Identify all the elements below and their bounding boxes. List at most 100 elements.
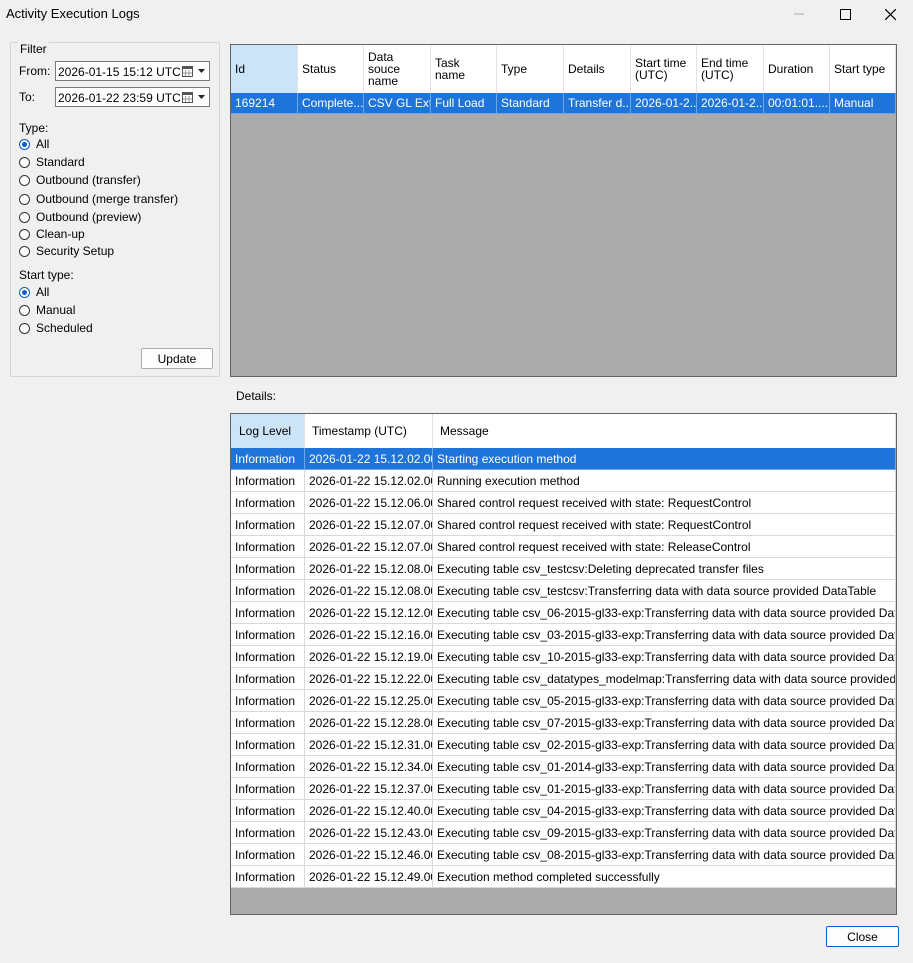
- title-bar: Activity Execution Logs: [0, 0, 913, 28]
- details-cell: 2026-01-22 15.12.08.000: [305, 580, 433, 602]
- minimize-button[interactable]: [776, 0, 822, 28]
- details-cell: 2026-01-22 15.12.31.000: [305, 734, 433, 756]
- details-col-header[interactable]: Log Level: [231, 414, 305, 448]
- radio-circle: [19, 156, 30, 168]
- type-radio-security-setup[interactable]: Security Setup: [19, 243, 114, 259]
- details-cell: 2026-01-22 15.12.49.000: [305, 866, 433, 888]
- details-cell: 2026-01-22 15.12.34.000: [305, 756, 433, 778]
- type-radio-all[interactable]: All: [19, 136, 49, 152]
- details-grid[interactable]: Log Level Timestamp (UTC) Message Informat…: [230, 413, 897, 915]
- executions-cell: 2026-01-2...: [697, 93, 764, 114]
- details-cell: 2026-01-22 15.12.19.000: [305, 646, 433, 668]
- details-cell: Information: [231, 800, 305, 822]
- radio-circle: [19, 193, 30, 205]
- executions-grid[interactable]: Id Status Data souce name Task name Type Deta…: [230, 44, 897, 377]
- start-type-radio-scheduled[interactable]: Scheduled: [19, 320, 93, 336]
- details-row[interactable]: Information 2026-01-22 15.12.02.000 Runnin…: [231, 470, 896, 492]
- radio-circle: [19, 138, 30, 150]
- details-cell: 2026-01-22 15.12.07.000: [305, 536, 433, 558]
- details-row[interactable]: Information 2026-01-22 15.12.06.000 Shared…: [231, 492, 896, 514]
- executions-cell: 169214: [231, 93, 298, 114]
- from-date-picker[interactable]: 2026-01-15 15:12 UTC: [55, 61, 210, 81]
- executions-cell: Standard: [497, 93, 564, 114]
- details-row[interactable]: Information 2026-01-22 15.12.43.000 Execut…: [231, 822, 896, 844]
- radio-circle: [19, 286, 30, 298]
- details-row[interactable]: Information 2026-01-22 15.12.34.000 Execut…: [231, 756, 896, 778]
- details-row[interactable]: Information 2026-01-22 15.12.31.000 Execut…: [231, 734, 896, 756]
- details-row[interactable]: Information 2026-01-22 15.12.16.000 Execut…: [231, 624, 896, 646]
- start-type-radio-manual[interactable]: Manual: [19, 302, 75, 318]
- details-row[interactable]: Information 2026-01-22 15.12.19.000 Execut…: [231, 646, 896, 668]
- details-cell: Shared control request received with sta…: [433, 492, 896, 514]
- radio-label: Outbound (merge transfer): [36, 192, 179, 206]
- details-row[interactable]: Information 2026-01-22 15.12.08.000 Execut…: [231, 558, 896, 580]
- details-cell: Information: [231, 448, 305, 470]
- details-cell: Running execution method: [433, 470, 896, 492]
- details-cell: Executing table csv_01-2014-gl33-exp:Tra…: [433, 756, 896, 778]
- executions-col-header[interactable]: Details: [564, 45, 631, 93]
- details-cell: 2026-01-22 15.12.46.000: [305, 844, 433, 866]
- details-row[interactable]: Information 2026-01-22 15.12.22.000 Execut…: [231, 668, 896, 690]
- radio-circle: [19, 228, 30, 240]
- details-cell: Information: [231, 822, 305, 844]
- close-icon: [884, 8, 896, 20]
- details-row[interactable]: Information 2026-01-22 15.12.08.000 Execut…: [231, 580, 896, 602]
- details-row[interactable]: Information 2026-01-22 15.12.07.000 Shared…: [231, 514, 896, 536]
- to-date-value: 2026-01-22 23:59 UTC: [58, 91, 181, 105]
- radio-circle: [19, 304, 30, 316]
- executions-row[interactable]: 169214 Complete... CSV GL Ext Full Load Stan…: [231, 93, 896, 114]
- executions-col-header[interactable]: Task name: [431, 45, 497, 93]
- type-radio-outbound-transfer[interactable]: Outbound (transfer): [19, 172, 141, 188]
- update-button[interactable]: Update: [141, 348, 213, 369]
- details-cell: Information: [231, 624, 305, 646]
- details-col-header[interactable]: Timestamp (UTC): [305, 414, 433, 448]
- type-label: Type:: [19, 121, 49, 135]
- executions-col-header[interactable]: Id: [231, 45, 298, 93]
- type-radio-outbound-merge-transfer[interactable]: Outbound (merge transfer): [19, 191, 178, 207]
- radio-label: All: [36, 137, 50, 151]
- type-radio-standard[interactable]: Standard: [19, 154, 85, 170]
- details-row[interactable]: Information 2026-01-22 15.12.40.000 Execut…: [231, 800, 896, 822]
- type-radio-clean-up[interactable]: Clean-up: [19, 226, 85, 242]
- details-cell: 2026-01-22 15.12.07.000: [305, 514, 433, 536]
- calendar-icon: [182, 92, 193, 103]
- radio-label: All: [36, 285, 50, 299]
- to-date-picker[interactable]: 2026-01-22 23:59 UTC: [55, 87, 210, 107]
- details-cell: Shared control request received with sta…: [433, 514, 896, 536]
- radio-label: Scheduled: [36, 321, 93, 335]
- details-cell: Information: [231, 602, 305, 624]
- from-date-value: 2026-01-15 15:12 UTC: [58, 65, 181, 79]
- details-cell: Information: [231, 734, 305, 756]
- start-type-radio-all[interactable]: All: [19, 284, 49, 300]
- executions-col-header[interactable]: Data souce name: [364, 45, 431, 93]
- executions-cell: 00:01:01....: [764, 93, 830, 114]
- details-row[interactable]: Information 2026-01-22 15.12.46.000 Execut…: [231, 844, 896, 866]
- radio-label: Manual: [36, 303, 76, 317]
- details-cell: 2026-01-22 15.12.06.000: [305, 492, 433, 514]
- details-row[interactable]: Information 2026-01-22 15.12.25.000 Execut…: [231, 690, 896, 712]
- executions-cell: Full Load: [431, 93, 497, 114]
- executions-col-header[interactable]: Type: [497, 45, 564, 93]
- executions-col-header[interactable]: Status: [298, 45, 364, 93]
- executions-col-header[interactable]: End time (UTC): [697, 45, 764, 93]
- details-cell: Executing table csv_04-2015-gl33-exp:Tra…: [433, 800, 896, 822]
- details-row[interactable]: Information 2026-01-22 15.12.12.000 Execut…: [231, 602, 896, 624]
- details-header: Log Level Timestamp (UTC) Message: [231, 414, 896, 449]
- details-col-header[interactable]: Message: [433, 414, 896, 448]
- close-window-button[interactable]: [867, 0, 913, 28]
- close-button[interactable]: Close: [826, 926, 899, 947]
- details-row[interactable]: Information 2026-01-22 15.12.07.000 Shared…: [231, 536, 896, 558]
- executions-col-header[interactable]: Start type: [830, 45, 896, 93]
- details-row[interactable]: Information 2026-01-22 15.12.37.000 Execut…: [231, 778, 896, 800]
- executions-col-header[interactable]: Duration: [764, 45, 830, 93]
- type-radio-outbound-preview[interactable]: Outbound (preview): [19, 209, 141, 225]
- executions-col-header[interactable]: Start time (UTC): [631, 45, 697, 93]
- maximize-button[interactable]: [822, 0, 868, 28]
- executions-header: Id Status Data souce name Task name Type Deta…: [231, 45, 896, 94]
- radio-label: Clean-up: [36, 227, 85, 241]
- details-row[interactable]: Information 2026-01-22 15.12.02.000 Starti…: [231, 448, 896, 470]
- from-label: From:: [19, 64, 51, 78]
- details-row[interactable]: Information 2026-01-22 15.12.28.000 Execut…: [231, 712, 896, 734]
- details-cell: Information: [231, 536, 305, 558]
- details-row[interactable]: Information 2026-01-22 15.12.49.000 Execut…: [231, 866, 896, 888]
